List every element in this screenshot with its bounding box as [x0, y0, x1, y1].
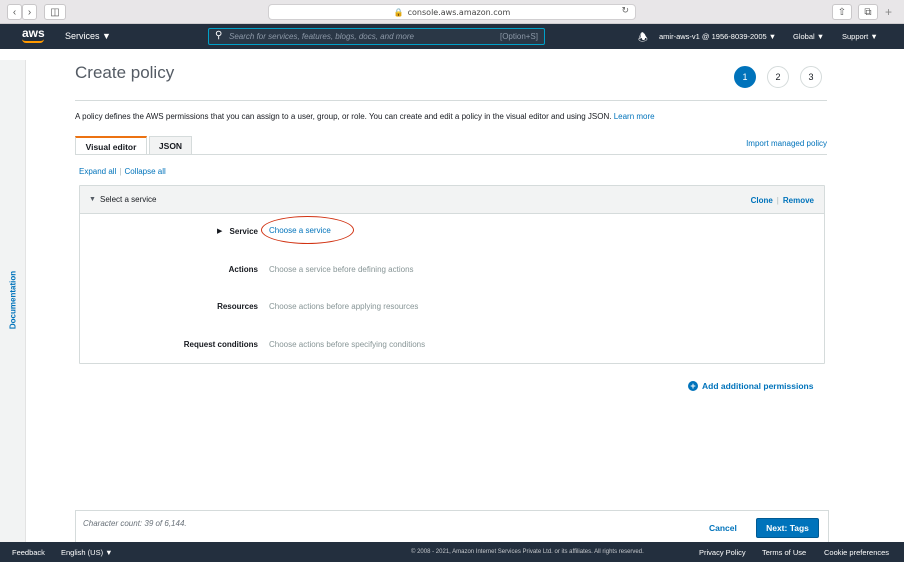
remove-link[interactable]: Remove: [783, 196, 814, 205]
request-conditions-value: Choose actions before specifying conditi…: [269, 340, 426, 349]
character-count: Character count: 39 of 6,144.: [83, 519, 187, 528]
step-2: 2: [767, 66, 789, 88]
step-3: 3: [800, 66, 822, 88]
next-tags-button[interactable]: Next: Tags: [756, 518, 819, 538]
search-placeholder: Search for services, features, blogs, do…: [229, 32, 414, 41]
caret-down-icon[interactable]: ▼: [89, 196, 96, 203]
privacy-policy-link[interactable]: Privacy Policy: [699, 548, 746, 557]
browser-toolbar: ‹ › ◫ 🔒 console.aws.amazon.com ↻ ⇧ ⧉ +: [0, 0, 904, 24]
service-label: Service: [229, 227, 258, 236]
back-icon[interactable]: ‹: [7, 4, 22, 20]
forward-icon[interactable]: ›: [22, 4, 37, 20]
resources-value: Choose actions before applying resources: [269, 302, 419, 311]
add-permissions-label: Add additional permissions: [702, 381, 814, 391]
terms-of-use-link[interactable]: Terms of Use: [762, 548, 806, 557]
services-menu[interactable]: Services ▼: [65, 31, 111, 41]
collapse-all-link[interactable]: Collapse all: [124, 167, 165, 176]
sidebar-toggle-icon[interactable]: ◫: [44, 4, 66, 20]
request-conditions-label: Request conditions: [183, 340, 258, 349]
step-1: 1: [734, 66, 756, 88]
plus-circle-icon: +: [688, 381, 698, 391]
aws-smile-icon: [22, 39, 44, 43]
language-selector[interactable]: English (US) ▼: [61, 548, 113, 557]
search-shortcut: [Option+S]: [499, 32, 538, 41]
actions-value: Choose a service before defining actions: [269, 265, 414, 274]
address-bar[interactable]: 🔒 console.aws.amazon.com ↻: [268, 4, 636, 20]
page-description: A policy defines the AWS permissions tha…: [75, 112, 655, 121]
learn-more-link[interactable]: Learn more: [614, 112, 655, 121]
region-menu[interactable]: Global ▼: [793, 32, 824, 41]
new-tab-icon[interactable]: +: [885, 5, 892, 19]
aws-navbar: aws Services ▼ ⚲ Search for services, fe…: [0, 24, 904, 49]
account-menu[interactable]: amir-aws-v1 @ 1956-8039-2005 ▼: [659, 32, 776, 41]
bell-icon[interactable]: 🕭: [638, 29, 648, 48]
permission-panel: ▼ Select a service Clone | Remove ▶ Servic…: [79, 185, 825, 364]
description-text: A policy defines the AWS permissions tha…: [75, 112, 612, 121]
tabs-icon[interactable]: ⧉: [858, 4, 878, 20]
search-icon: ⚲: [215, 30, 223, 41]
clone-link[interactable]: Clone: [751, 196, 773, 205]
tab-divider: [75, 154, 827, 155]
panel-header[interactable]: ▼ Select a service Clone | Remove: [80, 186, 824, 214]
title-divider: [75, 100, 827, 101]
action-footer: Character count: 39 of 6,144. Cancel Nex…: [75, 510, 829, 542]
lock-icon: 🔒: [393, 7, 404, 17]
expand-collapse: Expand all | Collapse all: [79, 167, 166, 176]
expand-all-link[interactable]: Expand all: [79, 167, 116, 176]
support-menu[interactable]: Support ▼: [842, 32, 878, 41]
copyright-text: © 2008 - 2021, Amazon Internet Services …: [411, 549, 644, 555]
aws-logo[interactable]: aws: [22, 26, 45, 40]
url-text: console.aws.amazon.com: [407, 7, 511, 17]
search-input[interactable]: ⚲ Search for services, features, blogs, …: [208, 28, 545, 45]
import-managed-policy-link[interactable]: Import managed policy: [746, 139, 827, 148]
panel-title: Select a service: [100, 195, 157, 204]
documentation-panel-tab[interactable]: Documentation: [0, 60, 26, 542]
console-footer: Feedback English (US) ▼ © 2008 - 2021, A…: [0, 542, 904, 562]
feedback-link[interactable]: Feedback: [12, 548, 45, 557]
cookie-preferences-link[interactable]: Cookie preferences: [824, 548, 889, 557]
actions-label: Actions: [228, 265, 258, 274]
caret-right-icon[interactable]: ▶: [217, 227, 222, 235]
tab-json[interactable]: JSON: [149, 136, 192, 155]
annotation-circle: [261, 216, 354, 244]
reload-icon[interactable]: ↻: [621, 6, 629, 16]
resources-label: Resources: [217, 302, 258, 311]
cancel-button[interactable]: Cancel: [709, 523, 737, 533]
documentation-label: Documentation: [8, 270, 18, 330]
share-icon[interactable]: ⇧: [832, 4, 852, 20]
page-title: Create policy: [75, 63, 175, 82]
add-permissions-button[interactable]: + Add additional permissions: [688, 381, 813, 391]
panel-actions: Clone | Remove: [750, 196, 814, 205]
tab-visual-editor[interactable]: Visual editor: [75, 136, 147, 155]
